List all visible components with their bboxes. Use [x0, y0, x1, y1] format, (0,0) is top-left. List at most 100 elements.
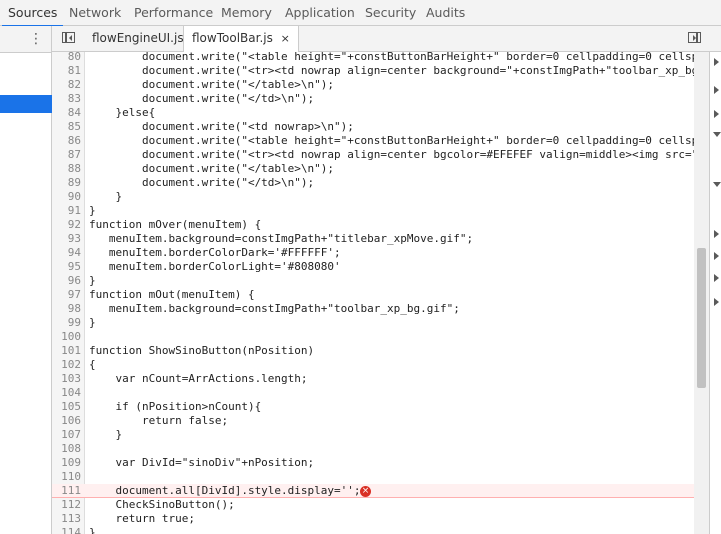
tab-security[interactable]: Security — [365, 0, 416, 26]
code-line[interactable]: 104 — [52, 386, 694, 400]
expand-arrow-icon[interactable] — [714, 252, 719, 260]
code-line[interactable]: 102{ — [52, 358, 694, 372]
line-number[interactable]: 109 — [52, 456, 89, 470]
line-number[interactable]: 89 — [52, 176, 89, 190]
tab-memory[interactable]: Memory — [221, 0, 272, 26]
expand-arrow-icon[interactable] — [714, 274, 719, 282]
line-number[interactable]: 105 — [52, 400, 89, 414]
line-number[interactable]: 104 — [52, 386, 89, 400]
expand-arrow-icon[interactable] — [714, 86, 719, 94]
line-number[interactable]: 86 — [52, 134, 89, 148]
tab-network[interactable]: Network — [69, 0, 121, 26]
scrollbar-thumb[interactable] — [697, 248, 706, 388]
code-line[interactable]: 107 } — [52, 428, 694, 442]
code-text: document.write("</table>\n"); — [89, 162, 335, 175]
code-text: } — [89, 190, 123, 203]
code-line[interactable]: 91} — [52, 204, 694, 218]
line-number[interactable]: 82 — [52, 78, 89, 92]
line-number[interactable]: 107 — [52, 428, 89, 442]
editor-tab-flowtoolbar[interactable]: flowToolBar.js × — [183, 26, 299, 52]
line-number[interactable]: 102 — [52, 358, 89, 372]
line-number[interactable]: 94 — [52, 246, 89, 260]
code-line[interactable]: 84 }else{ — [52, 106, 694, 120]
code-line[interactable]: 88 document.write("</table>\n"); — [52, 162, 694, 176]
line-number[interactable]: 106 — [52, 414, 89, 428]
line-number[interactable]: 85 — [52, 120, 89, 134]
line-number[interactable]: 90 — [52, 190, 89, 204]
line-number[interactable]: 114 — [52, 526, 89, 534]
more-options-icon[interactable]: ⋮ — [29, 30, 43, 48]
code-line[interactable]: 92 function mOver(menuItem) { — [52, 218, 694, 232]
code-line[interactable]: 111 document.all[DivId].style.display=''… — [52, 484, 694, 498]
tab-sources[interactable]: Sources — [1, 0, 64, 27]
close-tab-icon[interactable]: × — [281, 32, 290, 45]
line-number[interactable]: 100 — [52, 330, 89, 344]
toggle-debugger-icon[interactable] — [688, 32, 701, 43]
line-number[interactable]: 95 — [52, 260, 89, 274]
line-number[interactable]: 88 — [52, 162, 89, 176]
code-line[interactable]: 86 document.write("<table height="+const… — [52, 134, 694, 148]
line-number[interactable]: 98 — [52, 302, 89, 316]
line-number[interactable]: 80 — [52, 52, 89, 64]
error-icon[interactable]: × — [360, 486, 371, 497]
line-number[interactable]: 93 — [52, 232, 89, 246]
code-line[interactable]: 114} — [52, 526, 694, 534]
code-line[interactable]: 97 function mOut(menuItem) { — [52, 288, 694, 302]
line-number[interactable]: 108 — [52, 442, 89, 456]
tab-audits[interactable]: Audits — [426, 0, 465, 26]
line-number[interactable]: 92 — [52, 218, 89, 232]
line-number[interactable]: 110 — [52, 470, 89, 484]
code-line[interactable]: 83 document.write("</td>\n"); — [52, 92, 694, 106]
code-line[interactable]: 110 — [52, 470, 694, 484]
code-line[interactable]: 98 menuItem.background=constImgPath+"too… — [52, 302, 694, 316]
code-line[interactable]: 85 document.write("<td nowrap>\n"); — [52, 120, 694, 134]
code-line[interactable]: 93 menuItem.background=constImgPath+"tit… — [52, 232, 694, 246]
code-line[interactable]: 100 — [52, 330, 694, 344]
code-line[interactable]: 94 menuItem.borderColorDark='#FFFFFF'; — [52, 246, 694, 260]
code-line[interactable]: 80 document.write("<table height="+const… — [52, 52, 694, 64]
line-number[interactable]: 103 — [52, 372, 89, 386]
tab-performance[interactable]: Performance — [134, 0, 213, 26]
code-line[interactable]: 112 CheckSinoButton(); — [52, 498, 694, 512]
code-line[interactable]: 109 var DivId="sinoDiv"+nPosition; — [52, 456, 694, 470]
code-text: document.write("<td nowrap>\n"); — [89, 120, 354, 133]
editor-scrollbar[interactable] — [694, 52, 709, 534]
line-number[interactable]: 91 — [52, 204, 89, 218]
line-number[interactable]: 81 — [52, 64, 89, 78]
line-number[interactable]: 83 — [52, 92, 89, 106]
code-line[interactable]: 90 } — [52, 190, 694, 204]
line-number[interactable]: 112 — [52, 498, 89, 512]
collapse-arrow-icon[interactable] — [713, 182, 721, 187]
navigator-selected-item[interactable] — [0, 95, 52, 113]
toggle-navigator-icon[interactable] — [62, 32, 75, 43]
code-editor[interactable]: 80 document.write("<table height="+const… — [52, 52, 694, 534]
expand-arrow-icon[interactable] — [714, 110, 719, 118]
code-line[interactable]: 105 if (nPosition>nCount){ — [52, 400, 694, 414]
line-number[interactable]: 96 — [52, 274, 89, 288]
code-line[interactable]: 96} — [52, 274, 694, 288]
expand-arrow-icon[interactable] — [714, 230, 719, 238]
code-line[interactable]: 82 document.write("</table>\n"); — [52, 78, 694, 92]
line-number[interactable]: 84 — [52, 106, 89, 120]
code-line[interactable]: 87 document.write("<tr><td nowrap align=… — [52, 148, 694, 162]
code-line[interactable]: 106 return false; — [52, 414, 694, 428]
editor-tab-flowengineui[interactable]: flowEngineUI.js — [84, 26, 192, 51]
collapse-arrow-icon[interactable] — [713, 132, 721, 137]
code-line[interactable]: 99} — [52, 316, 694, 330]
line-number[interactable]: 99 — [52, 316, 89, 330]
line-number[interactable]: 87 — [52, 148, 89, 162]
code-line[interactable]: 81 document.write("<tr><td nowrap align=… — [52, 64, 694, 78]
expand-arrow-icon[interactable] — [714, 58, 719, 66]
code-line[interactable]: 113 return true; — [52, 512, 694, 526]
code-line[interactable]: 103 var nCount=ArrActions.length; — [52, 372, 694, 386]
line-number[interactable]: 111 — [52, 484, 89, 498]
expand-arrow-icon[interactable] — [714, 298, 719, 306]
code-line[interactable]: 108 — [52, 442, 694, 456]
line-number[interactable]: 101 — [52, 344, 89, 358]
line-number[interactable]: 113 — [52, 512, 89, 526]
code-line[interactable]: 95 menuItem.borderColorLight='#808080' — [52, 260, 694, 274]
code-line[interactable]: 101 function ShowSinoButton(nPosition) — [52, 344, 694, 358]
line-number[interactable]: 97 — [52, 288, 89, 302]
code-line[interactable]: 89 document.write("</td>\n"); — [52, 176, 694, 190]
tab-application[interactable]: Application — [285, 0, 355, 26]
